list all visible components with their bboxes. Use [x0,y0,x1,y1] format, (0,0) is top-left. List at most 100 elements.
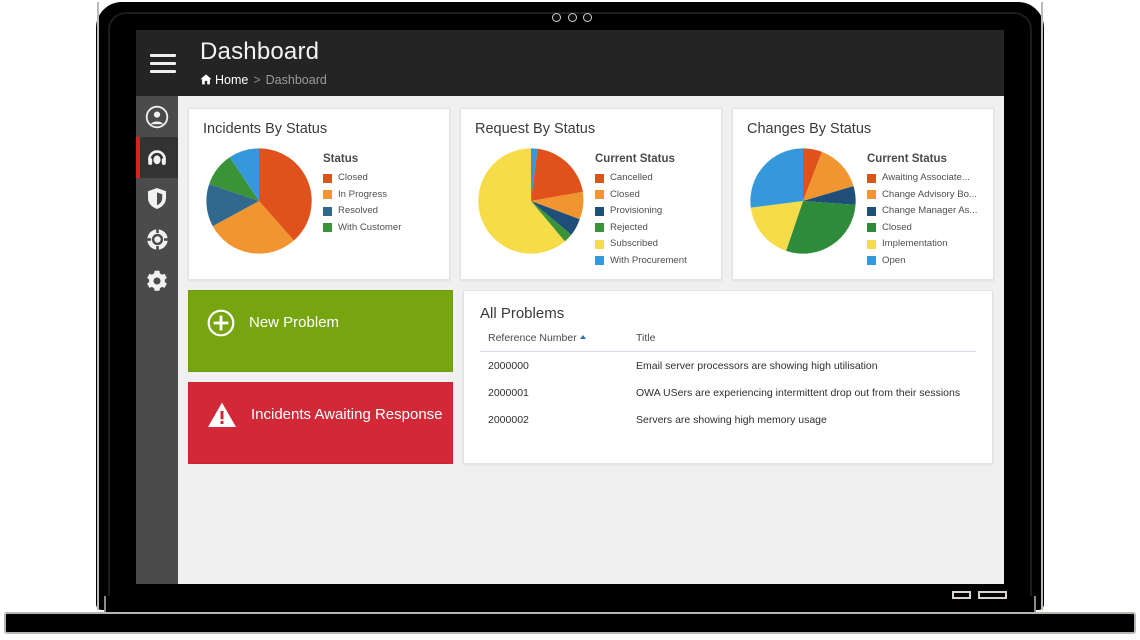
legend-item[interactable]: With Customer [323,220,437,237]
pie-svg [206,148,312,254]
app-header: Dashboard Home > Dashboard [136,30,1004,96]
chart-legend: Current Status Awaiting Associate... Cha… [867,141,981,269]
legend-swatch [323,206,332,216]
incidents-awaiting-response-label: Incidents Awaiting Response [251,406,443,423]
legend-item[interactable]: Implementation [867,236,981,253]
charts-row: Incidents By Status Status Closed In Pro… [188,108,994,280]
legend-item[interactable]: Change Advisory Bo... [867,187,981,204]
legend-item[interactable]: Resolved [323,203,437,220]
cell-title: Servers are showing high memory usage [636,414,827,426]
legend-title: Current Status [595,153,675,165]
legend-item[interactable]: Closed [867,220,981,237]
home-icon [200,74,212,85]
laptop-device-frame: Dashboard Home > Dashboard Incidents By … [0,0,1140,640]
camera-dot [567,12,577,22]
legend-item[interactable]: Open [867,253,981,270]
table-row[interactable]: 2000001 OWA USers are experiencing inter… [480,379,976,406]
legend-swatch [867,206,876,216]
legend-label: Cancelled [610,172,653,183]
legend-label: Closed [882,221,912,233]
device-base [4,612,1136,634]
actions-and-table-row: New Problem Incidents Awaiting Response … [188,290,994,464]
shield-icon [148,188,166,209]
pie-svg [478,148,584,254]
legend-title: Status [323,153,359,165]
pie-svg [750,148,856,254]
legend-item[interactable]: Rejected [595,220,709,237]
gear-icon [147,270,167,291]
table-row[interactable]: 2000000 Email server processors are show… [480,352,976,380]
column-header-label: Title [636,332,656,344]
cell-reference-number: 2000000 [488,360,529,372]
sidebar-item-services[interactable] [136,219,178,260]
legend-swatch [867,223,876,233]
legend-item[interactable]: Closed [323,170,437,187]
warning-triangle-icon [208,402,236,427]
legend-swatch [867,239,876,249]
legend-label: Open [882,254,906,266]
headset-icon [148,149,166,165]
legend-item[interactable]: Provisioning [595,203,709,220]
legend-swatch [867,256,876,266]
screen: Dashboard Home > Dashboard Incidents By … [136,30,1004,584]
card-all-problems: All Problems Reference Number Title 2000… [463,290,993,464]
table-header-row: Reference Number Title [480,332,976,352]
pie-slice-open [750,148,803,208]
legend-swatch [595,239,604,249]
legend-item[interactable]: Cancelled [595,170,709,187]
legend-swatch [595,256,604,266]
legend-label: With Customer [338,221,402,233]
cell-reference-number: 2000001 [488,387,529,399]
sidebar-item-settings[interactable] [136,260,178,301]
legend-label: In Progress [338,188,388,200]
legend-title: Current Status [867,153,947,165]
lifebuoy-icon [145,228,169,251]
sensor-dot [583,12,592,22]
page-title: Dashboard [200,38,320,65]
legend-swatch [595,173,604,183]
legend-label: Closed [338,172,368,183]
user-circle-icon [145,105,169,128]
breadcrumb-separator: > [253,73,261,87]
legend-item[interactable]: In Progress [323,187,437,204]
legend-swatch [323,173,332,183]
sidebar-item-user[interactable] [136,96,178,137]
legend-label: Resolved [338,205,378,216]
column-header-title[interactable]: Title [630,332,976,352]
table-row[interactable]: 2000002 Servers are showing high memory … [480,406,976,433]
legend-label: Closed [610,188,640,200]
chart-title: Incidents By Status [203,121,328,137]
legend-label: Change Advisory Bo... [882,188,977,200]
pie-chart-changes [747,141,867,262]
sidebar-item-security[interactable] [136,178,178,219]
column-header-reference-number[interactable]: Reference Number [480,332,630,352]
incidents-awaiting-response-button[interactable]: Incidents Awaiting Response [188,382,453,464]
column-header-label: Reference Number [488,332,577,344]
frame-edge-right [1041,2,1043,610]
legend-label: Change Manager As... [882,205,978,216]
legend-label: With Procurement [610,254,687,266]
sort-ascending-icon [579,335,586,339]
legend-item[interactable]: Subscribed [595,236,709,253]
device-hinge [104,596,1036,612]
legend-label: Provisioning [610,205,663,216]
breadcrumb-home-link[interactable]: Home [200,73,248,87]
device-port [978,591,1007,599]
legend-item[interactable]: Closed [595,187,709,204]
legend-label: Rejected [610,221,648,233]
legend-item[interactable]: Awaiting Associate... [867,170,981,187]
pie-slice-cancelled [531,148,583,201]
main-content: Incidents By Status Status Closed In Pro… [178,96,1004,584]
legend-label: Awaiting Associate... [882,172,970,183]
device-port [952,591,971,599]
new-problem-button[interactable]: New Problem [188,290,453,372]
frame-edge-left [97,2,99,610]
device-camera-sensors [552,11,592,23]
legend-swatch [867,173,876,183]
card-changes-by-status: Changes By Status Current Status Awaitin… [732,108,994,280]
sidebar-item-support[interactable] [136,137,178,178]
hamburger-icon[interactable] [150,54,176,73]
cell-title: Email server processors are showing high… [636,360,878,372]
legend-item[interactable]: Change Manager As... [867,203,981,220]
legend-item[interactable]: With Procurement [595,253,709,270]
